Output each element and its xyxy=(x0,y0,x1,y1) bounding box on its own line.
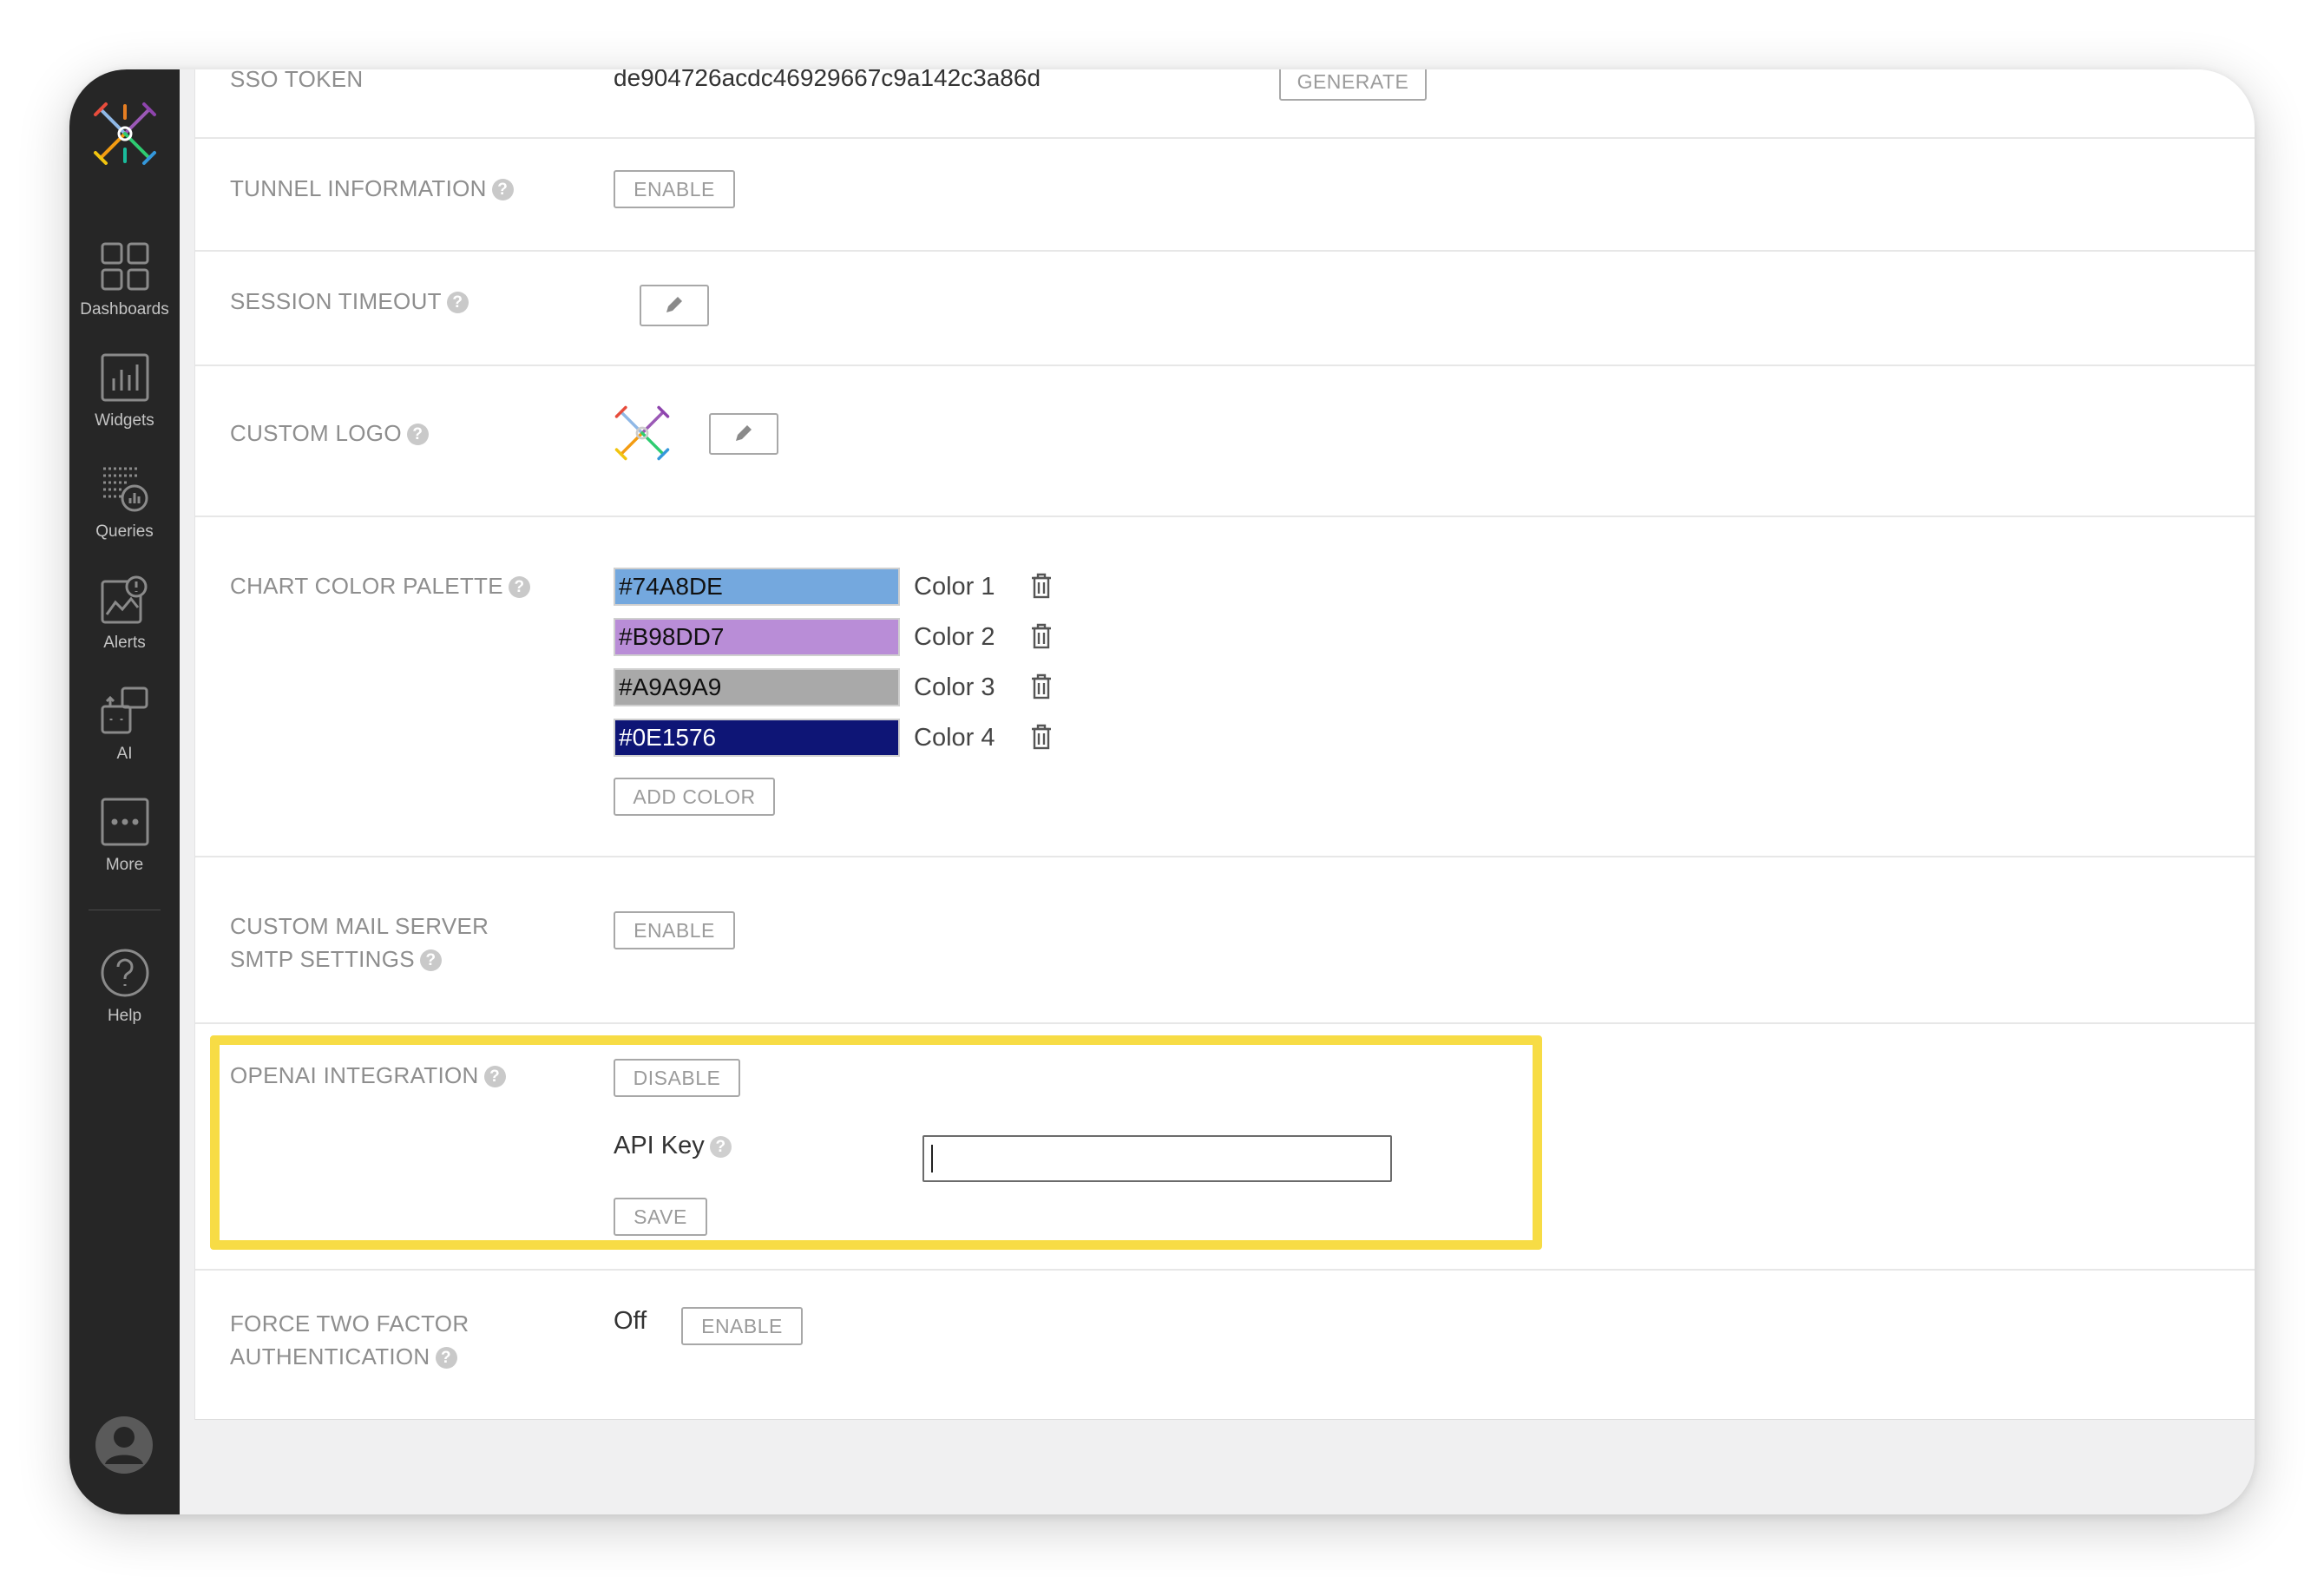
custom-logo-label-text: CUSTOM LOGO xyxy=(230,420,402,446)
generate-button[interactable]: GENERATE xyxy=(1279,69,1427,101)
session-timeout-edit-button[interactable] xyxy=(640,285,709,326)
session-timeout-label: SESSION TIMEOUT? xyxy=(230,285,469,318)
nav-label: Dashboards xyxy=(80,300,169,319)
custom-logo-row: CUSTOM LOGO? xyxy=(195,366,2255,517)
help-icon xyxy=(101,949,148,997)
app-logo-icon[interactable] xyxy=(92,101,158,167)
help-icon[interactable]: ? xyxy=(491,179,514,200)
color-3-label: Color 3 xyxy=(914,673,995,701)
session-timeout-row: SESSION TIMEOUT? xyxy=(195,252,2255,366)
help-icon[interactable]: ? xyxy=(419,949,442,971)
trash-icon[interactable] xyxy=(1030,673,1053,700)
smtp-settings-label: SMTP SETTINGS? xyxy=(230,943,442,975)
trash-icon[interactable] xyxy=(1030,724,1053,750)
smtp-settings-label-text: SMTP SETTINGS xyxy=(230,946,415,972)
color-2-input[interactable]: #B98DD7 xyxy=(614,618,900,656)
color-1-input[interactable]: #74A8DE xyxy=(614,568,900,606)
alerts-icon xyxy=(101,575,147,624)
more-icon xyxy=(101,798,148,846)
color-2-label: Color 2 xyxy=(914,623,995,651)
add-color-button[interactable]: ADD COLOR xyxy=(614,778,775,816)
help-icon[interactable]: ? xyxy=(446,292,469,313)
dashboards-icon xyxy=(101,242,148,291)
authentication-label-text: AUTHENTICATION xyxy=(230,1343,430,1370)
queries-icon xyxy=(102,467,148,512)
color-4-input[interactable]: #0E1576 xyxy=(614,719,900,757)
widgets-icon xyxy=(101,353,148,402)
nav-more[interactable]: More xyxy=(69,797,180,875)
app-window: Dashboards Widgets Queries Alerts AI Mor… xyxy=(69,69,2255,1514)
custom-mail-server-row: CUSTOM MAIL SERVER SMTP SETTINGS? ENABLE xyxy=(195,857,2255,1024)
nav-label: AI xyxy=(116,745,133,763)
sidebar: Dashboards Widgets Queries Alerts AI Mor… xyxy=(69,69,180,1514)
nav-help[interactable]: Help xyxy=(69,948,180,1026)
nav-label: Queries xyxy=(95,522,154,541)
nav-label: Help xyxy=(107,1007,142,1025)
help-icon[interactable]: ? xyxy=(508,576,530,598)
color-3-input[interactable]: #A9A9A9 xyxy=(614,668,900,706)
color-4-label: Color 4 xyxy=(914,724,995,752)
nav-dashboards[interactable]: Dashboards xyxy=(69,241,180,319)
trash-icon[interactable] xyxy=(1030,623,1053,649)
tunnel-label: TUNNEL INFORMATION? xyxy=(230,172,514,205)
nav-label: Widgets xyxy=(95,411,154,430)
nav-ai[interactable]: AI xyxy=(69,686,180,764)
two-factor-status: Off xyxy=(614,1307,647,1335)
user-avatar-icon[interactable] xyxy=(94,1415,154,1475)
nav-label: Alerts xyxy=(103,634,146,652)
sso-token-value: de904726acdc46929667c9a142c3a86d xyxy=(614,69,1041,91)
custom-logo-edit-button[interactable] xyxy=(709,413,778,455)
sso-token-row: SSO TOKEN de904726acdc46929667c9a142c3a8… xyxy=(195,69,2255,139)
ai-icon xyxy=(101,686,148,734)
chart-color-palette-label-text: CHART COLOR PALETTE xyxy=(230,573,503,599)
chart-color-palette-label: CHART COLOR PALETTE? xyxy=(230,569,530,602)
nav-alerts[interactable]: Alerts xyxy=(69,575,180,653)
settings-panel: SSO TOKEN de904726acdc46929667c9a142c3a8… xyxy=(194,69,2255,1420)
tunnel-row: TUNNEL INFORMATION? ENABLE xyxy=(195,139,2255,252)
nav-widgets[interactable]: Widgets xyxy=(69,352,180,430)
tunnel-enable-button[interactable]: ENABLE xyxy=(614,170,735,208)
trash-icon[interactable] xyxy=(1030,573,1053,599)
custom-mail-server-label: CUSTOM MAIL SERVER xyxy=(230,913,489,939)
highlight-box xyxy=(210,1035,1542,1250)
two-factor-row: FORCE TWO FACTOR AUTHENTICATION? Off ENA… xyxy=(195,1271,2255,1419)
custom-logo-preview-icon xyxy=(614,405,670,461)
authentication-label: AUTHENTICATION? xyxy=(230,1340,457,1373)
help-icon[interactable]: ? xyxy=(435,1347,457,1369)
color-1-label: Color 1 xyxy=(914,573,995,601)
help-icon[interactable]: ? xyxy=(406,424,429,445)
pencil-icon xyxy=(736,425,752,441)
two-factor-enable-button[interactable]: ENABLE xyxy=(681,1307,803,1345)
mail-enable-button[interactable]: ENABLE xyxy=(614,911,735,949)
force-two-factor-label: FORCE TWO FACTOR xyxy=(230,1310,469,1337)
tunnel-label-text: TUNNEL INFORMATION xyxy=(230,175,487,201)
chart-color-palette-row: CHART COLOR PALETTE? #74A8DE Color 1 #B9… xyxy=(195,517,2255,857)
sso-token-label: SSO TOKEN xyxy=(230,69,364,92)
nav-queries[interactable]: Queries xyxy=(69,463,180,542)
pencil-icon xyxy=(666,297,682,312)
session-timeout-label-text: SESSION TIMEOUT xyxy=(230,288,442,314)
custom-logo-label: CUSTOM LOGO? xyxy=(230,417,429,450)
nav-label: More xyxy=(105,856,144,874)
